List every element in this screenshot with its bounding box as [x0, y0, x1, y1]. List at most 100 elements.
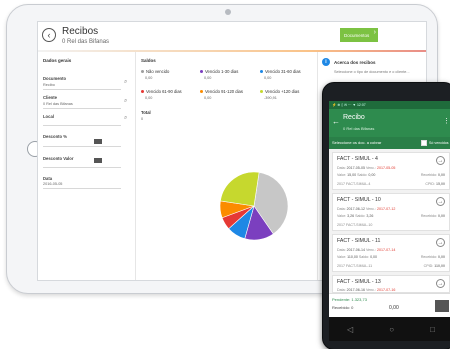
saldos-panel: Saldos Não vencido 0,00 Vencido 1-30 dia… — [136, 52, 318, 280]
kpi-value: 0,00 — [204, 96, 212, 100]
arrow-right-icon[interactable]: → — [436, 279, 445, 288]
field-label-cliente: Cliente — [43, 95, 57, 100]
filter-label: Seleccione os doc. a cobrar — [332, 140, 382, 145]
field-underline — [43, 146, 121, 147]
desconto-pct-input[interactable] — [94, 139, 102, 144]
kpi-value: 0,00 — [264, 76, 272, 80]
field-underline — [43, 167, 121, 168]
field-label-documento: Documento — [43, 76, 67, 81]
document-card[interactable]: FACT - SIMUL - 10 → Data: 2017-06-12 Ven… — [332, 193, 450, 231]
total-label: Total — [141, 110, 151, 115]
so-vencidos-checkbox[interactable] — [421, 140, 427, 146]
kpi-vencido-91-120: Vencido 91-120 dias — [200, 89, 243, 94]
arrow-right-icon[interactable]: → — [436, 156, 445, 165]
total-value: 0,00 — [389, 305, 399, 311]
keyboard-icon[interactable] — [435, 300, 449, 312]
status-bar: ⚡ ⊕ ▯ ✉ ⋯ ▼ 12:07 — [329, 101, 450, 109]
field-underline — [43, 125, 121, 126]
legend-dot — [200, 90, 203, 94]
phone-screen: ⚡ ⊕ ▯ ✉ ⋯ ▼ 12:07 ← Recibo 0 Rel das Bif… — [329, 101, 450, 341]
field-value-documento[interactable]: Recibo — [43, 83, 55, 87]
page-subtitle: 0 Rel das Bifanas — [62, 39, 110, 45]
back-nav-icon[interactable]: ◁ — [347, 325, 353, 334]
arrow-right-icon[interactable]: → — [436, 238, 445, 247]
card-doc: 2017 FACT-SIMUL-11 — [337, 264, 373, 268]
arrow-right-icon[interactable]: → — [436, 197, 445, 206]
card-doc: 2017 FACT-SIMUL-4 — [337, 182, 371, 186]
card-recebido: Recebido: 0,00 — [420, 214, 445, 218]
field-underline — [43, 89, 121, 90]
home-nav-icon[interactable]: ○ — [389, 325, 394, 334]
card-cpid: CPID: 110,00 — [423, 264, 445, 268]
kpi-label: Vencido 61-90 dias — [146, 89, 182, 94]
legend-dot — [141, 70, 144, 74]
search-icon[interactable]: ⌕ — [124, 79, 127, 86]
phone-subtitle: 0 Rel das Bifanas — [343, 126, 375, 131]
card-recebido: Recebido: 0,00 — [420, 255, 445, 259]
pendente-line: Pendente: 1.323,73 — [332, 297, 367, 302]
card-dates: Data: 2017-05-05 Venc.: 2017-05-05 — [337, 166, 396, 170]
back-icon[interactable]: ‹ — [42, 28, 56, 42]
desconto-valor-input[interactable] — [94, 158, 102, 163]
total-value: 0 — [141, 117, 144, 121]
document-card[interactable]: FACT - SIMUL - 13 → Data: 2017-06-16 Ven… — [332, 275, 450, 293]
card-dates: Data: 2017-06-14 Venc.: 2017-07-14 — [337, 248, 396, 252]
card-amounts: Valor: 3,26 Saldo: 3,26 — [337, 214, 374, 218]
kpi-value: -390,91 — [264, 96, 277, 100]
kpi-nao-vencido: Não vencido — [141, 69, 169, 74]
info-text: Seleccione o tipo de documento e o clien… — [334, 70, 410, 74]
field-underline — [43, 188, 121, 189]
arrow-right-icon: › — [373, 29, 376, 36]
card-amounts: Valor: 110,00 Saldo: 0,00 — [337, 255, 378, 259]
document-card[interactable]: FACT - SIMUL - 4 → Data: 2017-05-05 Venc… — [332, 152, 450, 190]
card-dates: Data: 2017-06-12 Venc.: 2017-07-12 — [337, 207, 396, 211]
back-arrow-icon[interactable]: ← — [332, 117, 340, 126]
phone-title: Recibo — [343, 114, 365, 121]
page-title: Recibos — [62, 26, 99, 37]
legend-dot — [260, 70, 263, 74]
section-title: Saldos — [141, 58, 156, 63]
card-dates: Data: 2017-06-16 Venc.: 2017-07-16 — [337, 288, 396, 292]
kpi-label: Não vencido — [146, 69, 170, 74]
document-card[interactable]: FACT - SIMUL - 11 → Data: 2017-06-14 Ven… — [332, 234, 450, 272]
totals-bar: Pendente: 1.323,73 Recebido: 0 0,00 — [329, 293, 450, 317]
documentos-label: Documentos — [344, 32, 370, 38]
legend-dot — [200, 70, 203, 74]
kpi-label: Vencido 1-30 dias — [205, 69, 239, 74]
saldos-pie-chart — [219, 171, 289, 241]
recents-nav-icon[interactable]: □ — [430, 325, 435, 334]
search-icon[interactable]: ⌕ — [124, 98, 127, 105]
card-title: FACT - SIMUL - 10 — [337, 197, 381, 203]
so-vencidos-label: Só vencidos — [429, 141, 449, 145]
section-title: Dados gerais — [43, 58, 72, 63]
kpi-label: Vencido 31-60 dias — [265, 69, 301, 74]
field-value-cliente[interactable]: 0 Rel das Bifanas — [43, 102, 73, 106]
android-nav-bar: ◁ ○ □ — [329, 317, 450, 341]
field-label-data: Data — [43, 176, 53, 181]
card-doc: 2017 FACT-SIMUL-10 — [337, 223, 373, 227]
pie-slice-6 — [220, 171, 260, 207]
card-amounts: Valor: 15,00 Saldo: 0,00 — [337, 173, 376, 177]
kpi-vencido-61-90: Vencido 61-90 dias — [141, 89, 182, 94]
kpi-value: 0,00 — [204, 76, 212, 80]
kpi-label: Vencido +120 dias — [265, 89, 300, 94]
documentos-button[interactable]: Documentos › — [340, 28, 378, 42]
field-label-desconto-valor: Desconto Valor — [43, 156, 74, 161]
phone-device: ⚡ ⊕ ▯ ✉ ⋯ ▼ 12:07 ← Recibo 0 Rel das Bif… — [322, 82, 450, 349]
recebido-line: Recebido: 0 — [332, 305, 354, 310]
info-icon: i — [322, 58, 330, 66]
search-icon[interactable]: ⌕ — [124, 115, 127, 122]
kpi-value: 0,00 — [145, 76, 153, 80]
more-menu-icon[interactable]: ⋮ — [443, 117, 450, 125]
card-recebido: Recebido: 0,00 — [420, 173, 445, 177]
field-label-desconto-pct: Desconto % — [43, 134, 67, 139]
legend-dot — [260, 90, 263, 94]
info-title: Acerca dos recibos — [334, 60, 376, 65]
kpi-value: 0,00 — [145, 96, 153, 100]
card-cpid: CPID: 15,00 — [425, 182, 445, 186]
card-title: FACT - SIMUL - 11 — [337, 238, 381, 244]
field-value-data[interactable]: 2016-05-05 — [43, 182, 62, 186]
legend-dot — [141, 90, 144, 94]
stage: ‹ Recibos 0 Rel das Bifanas Documentos ›… — [0, 0, 450, 349]
kpi-vencido-31-60: Vencido 31-60 dias — [260, 69, 301, 74]
